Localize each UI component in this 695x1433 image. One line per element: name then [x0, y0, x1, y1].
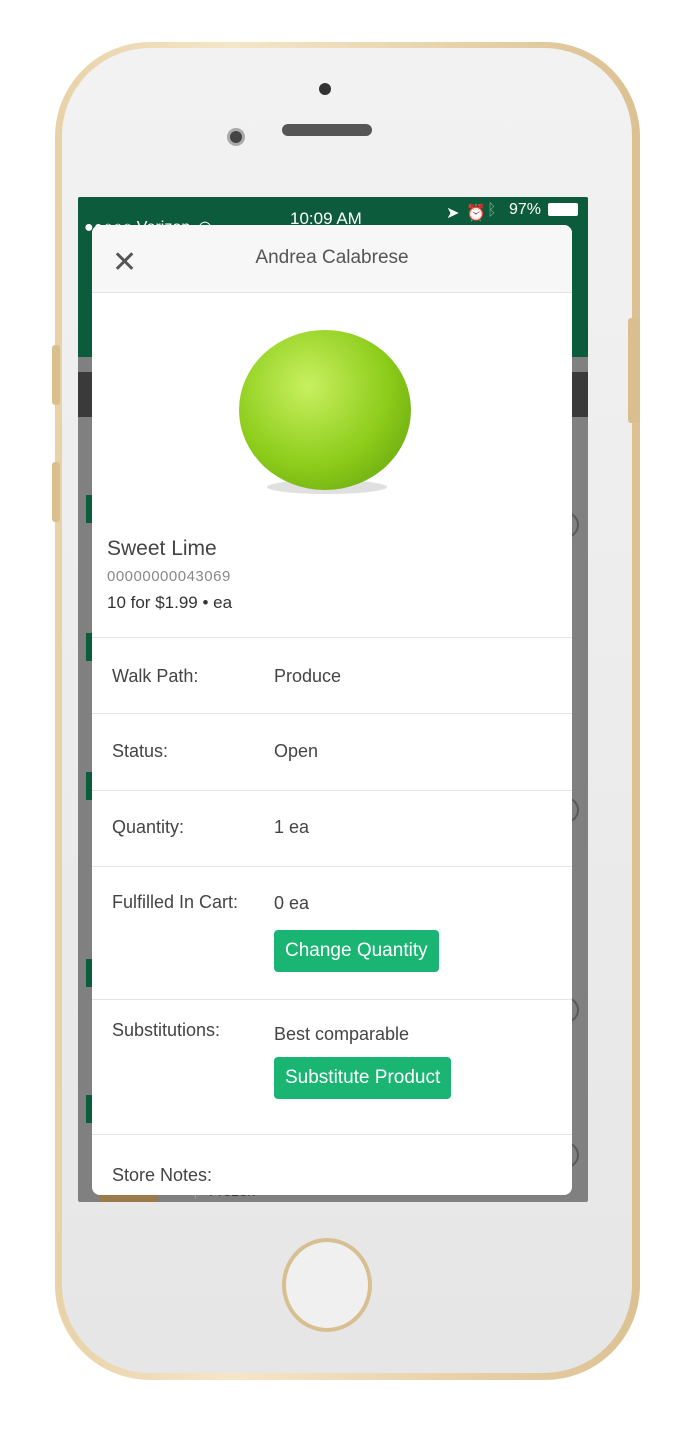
detail-value: Open — [274, 741, 319, 761]
power-button — [628, 318, 640, 423]
detail-value: 1 ea — [274, 817, 310, 837]
alarm-icon: ⏰ — [466, 205, 486, 222]
detail-row-status: Status: Open — [92, 713, 572, 790]
battery-icon — [548, 203, 578, 216]
detail-value: Produce — [274, 666, 342, 686]
product-name: Sweet Lime — [107, 537, 217, 560]
bluetooth-icon: ᛒ — [487, 202, 497, 219]
detail-row-walk-path: Walk Path: Produce — [92, 637, 572, 713]
product-price: 10 for $1.99 • ea — [107, 593, 233, 612]
detail-row-quantity: Quantity: 1 ea — [92, 790, 572, 866]
screen: ●●○○○ Verizon ◠ 10:09 AM ➤ ⏰ ᛒ 97% 📍 Fro… — [78, 197, 588, 1202]
detail-value: 0 ea — [274, 893, 310, 913]
volume-down-button — [52, 462, 60, 522]
detail-label: Quantity: — [112, 817, 185, 837]
location-icon: ➤ — [446, 205, 460, 222]
sensor — [319, 83, 331, 95]
battery-percent: 97% — [509, 201, 542, 218]
front-camera — [227, 128, 245, 146]
modal-title: Andrea Calabrese — [255, 247, 409, 268]
earpiece-speaker — [282, 124, 372, 136]
detail-label: Walk Path: — [112, 666, 199, 686]
substitute-product-button[interactable]: Substitute Product — [274, 1057, 452, 1099]
detail-row-substitutions: Substitutions: Best comparable Substitut… — [92, 999, 572, 1134]
detail-row-fulfilled: Fulfilled In Cart: 0 ea Change Quantity — [92, 866, 572, 999]
detail-label: Fulfilled In Cart: — [112, 892, 239, 912]
detail-label: Status: — [112, 741, 169, 761]
home-button[interactable] — [282, 1238, 372, 1332]
detail-label: Store Notes: — [112, 1165, 213, 1185]
detail-label: Substitutions: — [112, 1020, 221, 1040]
change-quantity-button[interactable]: Change Quantity — [274, 930, 439, 972]
product-detail-modal: ✕ Andrea Calabrese Sweet Lime 0000000004… — [92, 225, 572, 1195]
volume-up-button — [52, 345, 60, 405]
detail-value: Best comparable — [274, 1024, 410, 1044]
product-image — [239, 330, 411, 490]
detail-row-store-notes: Store Notes: — [92, 1134, 572, 1195]
modal-header: ✕ Andrea Calabrese — [92, 225, 572, 293]
product-sku: 00000000043069 — [107, 568, 231, 585]
